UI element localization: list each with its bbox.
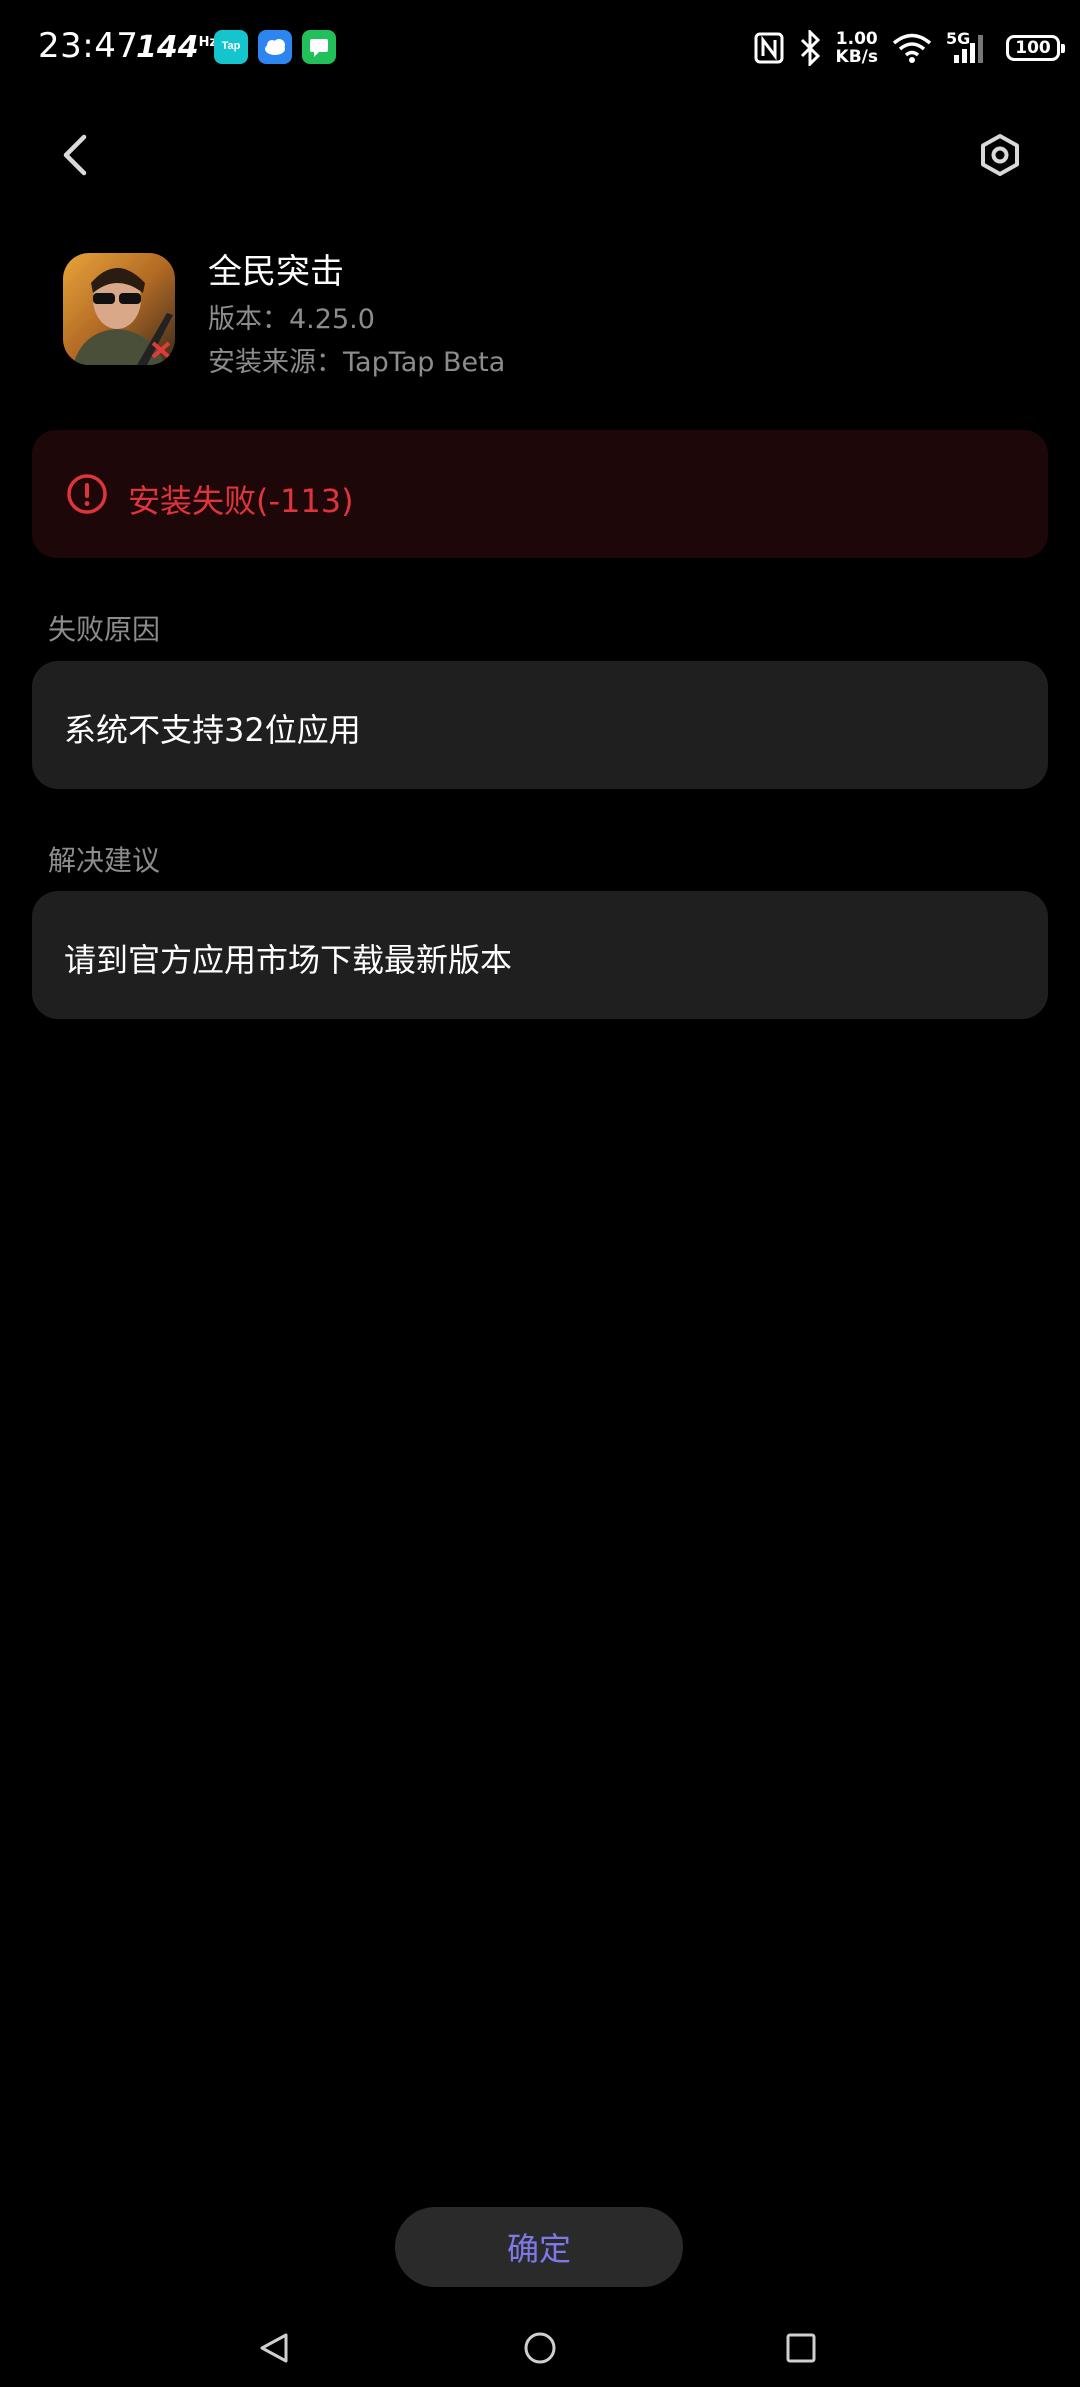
suggestion-label: 解决建议 — [48, 844, 161, 877]
wifi-icon — [892, 33, 932, 63]
svg-text:Tap: Tap — [222, 40, 241, 52]
home-circle-icon — [524, 2332, 556, 2364]
nav-back-button[interactable] — [246, 2318, 306, 2378]
nfc-icon — [754, 32, 784, 64]
taptap-icon: Tap — [214, 30, 248, 64]
back-button[interactable] — [52, 125, 102, 185]
error-message: 安装失败(-113) — [128, 482, 354, 520]
failure-reason-label: 失败原因 — [48, 613, 161, 646]
network-speed: 1.00 KB/s — [835, 29, 878, 67]
weather-icon — [258, 30, 292, 64]
settings-button[interactable] — [970, 125, 1030, 185]
nav-recents-button[interactable] — [771, 2318, 831, 2378]
nav-home-button[interactable] — [510, 2318, 570, 2378]
app-version: 版本：4.25.0 — [208, 304, 375, 335]
refresh-rate: 144Hz — [136, 30, 218, 65]
failure-reason-text: 系统不支持32位应用 — [64, 711, 361, 749]
status-time: 23:47 — [38, 26, 139, 66]
install-failure-screen: 23:47 144Hz Tap 1.00 KB/s 5G 100 全民突击 版本… — [0, 0, 1080, 2387]
failure-reason-card: 系统不支持32位应用 — [32, 661, 1048, 789]
recents-square-icon — [786, 2333, 816, 2363]
status-bar: 23:47 144Hz Tap 1.00 KB/s 5G 100 — [0, 0, 1080, 96]
signal-icon: 5G — [946, 29, 992, 65]
suggestion-text: 请到官方应用市场下载最新版本 — [64, 941, 513, 979]
messages-icon — [302, 30, 336, 64]
hexagon-settings-icon — [981, 134, 1019, 176]
confirm-button[interactable]: 确定 — [395, 2207, 683, 2287]
error-card: 安装失败(-113) — [32, 430, 1048, 558]
error-alert-icon — [67, 474, 107, 514]
suggestion-card: 请到官方应用市场下载最新版本 — [32, 891, 1048, 1019]
back-triangle-icon — [260, 2333, 288, 2363]
bluetooth-icon — [800, 30, 820, 66]
app-name: 全民突击 — [208, 252, 344, 292]
chevron-left-icon — [63, 134, 87, 176]
status-right: 1.00 KB/s 5G 100 — [754, 24, 1065, 72]
app-source: 安装来源：TapTap Beta — [208, 347, 506, 378]
battery-icon: 100 — [1006, 35, 1065, 61]
app-icon — [63, 253, 175, 365]
